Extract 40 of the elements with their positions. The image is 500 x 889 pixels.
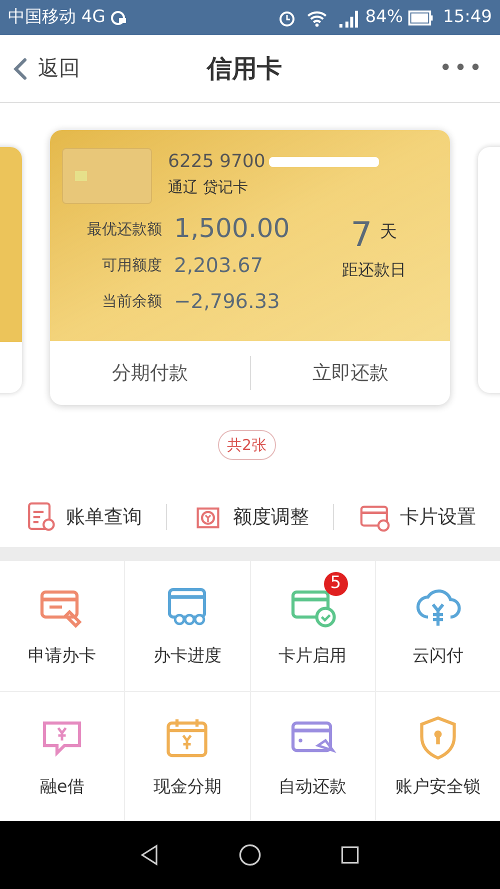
quick-action-button[interactable]: 卡片设置 <box>334 500 500 534</box>
card-action-button[interactable]: 分期付款 <box>50 341 250 405</box>
days-unit: 天 <box>380 221 398 244</box>
quick-action-button[interactable]: 账单查询 <box>0 500 166 534</box>
amount-value: 2,203.67 <box>174 252 264 279</box>
card-number: 6225 9700 <box>168 152 266 172</box>
battery-percent: 84% <box>365 6 403 29</box>
back-button[interactable]: 返回 <box>8 52 80 84</box>
amount-label: 当前余额 <box>101 290 162 312</box>
amount-value: 1,500.00 <box>174 213 290 246</box>
tile-label: 融e借 <box>40 776 84 798</box>
clock-time: 15:49 <box>443 6 492 29</box>
amount-label: 可用额度 <box>101 254 162 276</box>
amount-label: 最优还款额 <box>86 218 162 240</box>
tile-label: 账户安全锁 <box>395 776 480 798</box>
service-tile[interactable]: 账户安全锁 <box>376 692 500 821</box>
service-tile[interactable]: 融e借 <box>0 692 124 821</box>
card-count-badge: 共2张 <box>218 430 276 460</box>
tile-label: 现金分期 <box>153 776 222 798</box>
service-tile[interactable]: 自动还款 <box>250 692 375 821</box>
service-tile[interactable]: 5 卡片启用 <box>250 561 375 690</box>
service-tile[interactable]: 申请办卡 <box>0 561 124 690</box>
service-tile[interactable]: 云闪付 <box>376 561 500 690</box>
quick-action-button[interactable]: 额度调整 <box>167 500 333 534</box>
tile-label: 办卡进度 <box>153 645 222 668</box>
amount-value: −2,796.33 <box>174 288 280 315</box>
due-date-label: 距还款日 <box>342 259 406 281</box>
service-tile[interactable]: 办卡进度 <box>125 561 250 690</box>
tile-label: 云闪付 <box>412 645 464 668</box>
card-name: 通辽 贷记卡 <box>168 177 249 198</box>
carrier-text: 中国移动 4G <box>8 6 106 29</box>
service-tile[interactable]: 现金分期 <box>125 692 250 821</box>
tile-label: 卡片启用 <box>278 645 347 668</box>
card-action-button[interactable]: 立即还款 <box>250 341 450 405</box>
tile-label: 申请办卡 <box>28 645 96 668</box>
notification-badge: 5 <box>324 572 348 596</box>
page-title: 信用卡 <box>205 52 284 85</box>
tile-label: 自动还款 <box>278 776 347 798</box>
more-button[interactable]: ••• <box>439 52 492 85</box>
days-count: 7 <box>350 216 372 254</box>
